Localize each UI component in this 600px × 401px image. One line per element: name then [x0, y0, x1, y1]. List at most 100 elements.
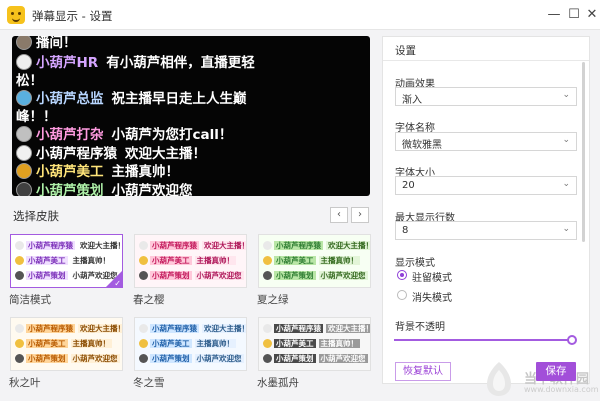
font-select[interactable]: 微软雅黑 ⌄ [395, 132, 577, 151]
skin-sample-message: 小葫芦欢迎您 [70, 354, 120, 363]
avatar-icon [263, 241, 272, 250]
skin-section-title: 选择皮肤 [13, 209, 59, 223]
skin-sample-row: 小葫芦程序猿 欢迎大主播！ [263, 241, 370, 251]
skin-option[interactable]: 小葫芦程序猿 欢迎大主播！ 小葫芦美工 主播真帅！ 小葫芦策划 小葫芦欢迎您 [134, 234, 247, 288]
skin-prev-button[interactable]: ‹ [330, 207, 348, 223]
avatar-icon [263, 354, 272, 363]
skin-option[interactable]: 小葫芦程序猿 欢迎大主播！ 小葫芦美工 主播真帅！ 小葫芦策划 小葫芦欢迎您 [258, 234, 371, 288]
preview-message: 欢迎大主播！ [125, 146, 206, 162]
radio-resident-label: 驻留模式 [412, 273, 452, 284]
skin-label: 夏之绿 [257, 294, 289, 306]
skin-sample-name: 小葫芦策划 [150, 354, 192, 363]
skin-sample-name: 小葫芦美工 [274, 339, 316, 348]
skin-sample-message: 主播真帅！ [194, 339, 236, 348]
skin-sample-message: 主播真帅！ [318, 256, 360, 265]
skin-sample-message: 欢迎大主播！ [78, 241, 122, 250]
preview-line: 小葫芦HR 有小葫芦相伴，直播更轻 [16, 53, 255, 73]
skin-sample-message: 小葫芦欢迎您 [194, 271, 244, 280]
avatar-icon [15, 256, 24, 265]
close-icon[interactable]: ✕ [584, 7, 600, 23]
chevron-down-icon: ⌄ [562, 179, 570, 189]
max-lines-value: 8 [402, 225, 409, 236]
skin-sample-name: 小葫芦策划 [274, 354, 316, 363]
skin-sample-message: 小葫芦欢迎您 [194, 354, 244, 363]
checkmark-icon: ✓ [114, 279, 121, 288]
preview-line: 小葫芦策划 小葫芦欢迎您 [16, 181, 193, 196]
opacity-slider-handle[interactable] [567, 335, 577, 345]
preview-username: 小葫芦美工 [36, 164, 104, 180]
radio-disappear-label: 消失模式 [412, 293, 452, 304]
avatar-icon [263, 256, 272, 265]
avatar-icon [263, 324, 272, 333]
font-size-select[interactable]: 20 ⌄ [395, 176, 577, 195]
skin-sample-row: 小葫芦美工 主播真帅！ [15, 339, 112, 349]
skin-sample-name: 小葫芦程序猿 [26, 241, 75, 250]
preview-line: 峰！！ [16, 107, 57, 127]
animation-select[interactable]: 渐入 ⌄ [395, 87, 577, 106]
skin-option[interactable]: 小葫芦程序猿 欢迎大主播！ 小葫芦美工 主播真帅！ 小葫芦策划 小葫芦欢迎您 ✓ [10, 234, 123, 288]
skin-sample-row: 小葫芦策划 小葫芦欢迎您 [15, 271, 120, 281]
avatar-icon [16, 182, 32, 196]
skin-option[interactable]: 小葫芦程序猿 欢迎大主播！ 小葫芦美工 主播真帅！ 小葫芦策划 小葫芦欢迎您 [10, 317, 123, 371]
skin-sample-row: 小葫芦美工 主播真帅！ [139, 256, 236, 266]
skin-next-button[interactable]: › [351, 207, 369, 223]
preview-message: 祝主播早日走上人生巅 [111, 91, 247, 107]
skin-sample-row: 小葫芦策划 小葫芦欢迎您 [139, 271, 244, 281]
settings-scrollbar[interactable] [582, 62, 585, 242]
avatar-icon [16, 163, 32, 179]
avatar-icon [15, 324, 24, 333]
skin-option[interactable]: 小葫芦程序猿 欢迎大主播！ 小葫芦美工 主播真帅！ 小葫芦策划 小葫芦欢迎您 [258, 317, 371, 371]
skin-sample-row: 小葫芦程序猿 欢迎大主播！ [15, 324, 122, 334]
opacity-label: 背景不透明 [395, 322, 445, 333]
preview-message: 有小葫芦相伴，直播更轻 [106, 55, 255, 71]
avatar-icon [16, 90, 32, 106]
danmaku-preview: 播间！ 小葫芦HR 有小葫芦相伴，直播更轻 松！ 小葫芦总监 祝主播早日走上人生巅 峰！！小… [12, 36, 370, 196]
reset-default-button[interactable]: 恢复默认 [395, 362, 451, 381]
avatar-icon [263, 271, 272, 280]
preview-message: 小葫芦欢迎您 [111, 183, 193, 196]
preview-message: 播间！ [36, 36, 77, 51]
skin-sample-name: 小葫芦程序猿 [150, 324, 199, 333]
skin-sample-name: 小葫芦美工 [150, 256, 192, 265]
preview-message: 松！ [16, 73, 43, 89]
preview-line: 小葫芦打杂 小葫芦为您打call！ [16, 125, 232, 145]
skin-sample-row: 小葫芦美工 主播真帅！ [263, 339, 360, 349]
opacity-slider-track[interactable] [394, 339, 572, 341]
skin-sample-name: 小葫芦程序猿 [274, 324, 323, 333]
skin-option[interactable]: 小葫芦程序猿 欢迎大主播！ 小葫芦美工 主播真帅！ 小葫芦策划 小葫芦欢迎您 [134, 317, 247, 371]
watermark-logo-icon [487, 362, 511, 396]
skin-label: 冬之雪 [133, 377, 165, 389]
app-logo-icon [7, 6, 25, 24]
preview-username: 小葫芦HR [36, 55, 99, 71]
skin-sample-name: 小葫芦程序猿 [150, 241, 199, 250]
skin-sample-message: 主播真帅！ [318, 339, 360, 348]
skin-sample-row: 小葫芦程序猿 欢迎大主播！ [15, 241, 122, 251]
skin-sample-name: 小葫芦程序猿 [26, 324, 75, 333]
preview-username: 小葫芦总监 [36, 91, 104, 107]
settings-title: 设置 [395, 45, 416, 57]
skin-sample-row: 小葫芦美工 主播真帅！ [15, 256, 112, 266]
animation-value: 渐入 [402, 95, 422, 106]
avatar-icon [139, 256, 148, 265]
max-lines-select[interactable]: 8 ⌄ [395, 221, 577, 240]
settings-panel: 设置 动画效果 渐入 ⌄ 字体名称 微软雅黑 ⌄ 字体大小 20 ⌄ 最大显示行… [382, 36, 590, 384]
maximize-icon[interactable]: ☐ [566, 7, 582, 23]
preview-line: 小葫芦程序猿 欢迎大主播！ [16, 144, 206, 164]
skin-sample-message: 欢迎大主播！ [326, 241, 370, 250]
skin-label: 秋之叶 [9, 377, 41, 389]
preview-username: 小葫芦打杂 [36, 127, 104, 143]
skin-sample-message: 小葫芦欢迎您 [318, 271, 368, 280]
title-bar: 弹幕显示 - 设置 — ☐ ✕ [0, 0, 600, 30]
skin-sample-name: 小葫芦美工 [274, 256, 316, 265]
preview-message: 主播真帅！ [111, 164, 180, 180]
radio-resident[interactable] [397, 270, 407, 280]
skin-sample-message: 主播真帅！ [70, 256, 112, 265]
avatar-icon [16, 145, 32, 161]
radio-disappear[interactable] [397, 290, 407, 300]
minimize-icon[interactable]: — [546, 7, 562, 23]
save-button[interactable]: 保存 [536, 362, 576, 381]
preview-username: 小葫芦程序猿 [36, 146, 117, 162]
avatar-icon [15, 241, 24, 250]
skin-sample-row: 小葫芦策划 小葫芦欢迎您 [263, 271, 368, 281]
skin-sample-message: 主播真帅！ [194, 256, 236, 265]
